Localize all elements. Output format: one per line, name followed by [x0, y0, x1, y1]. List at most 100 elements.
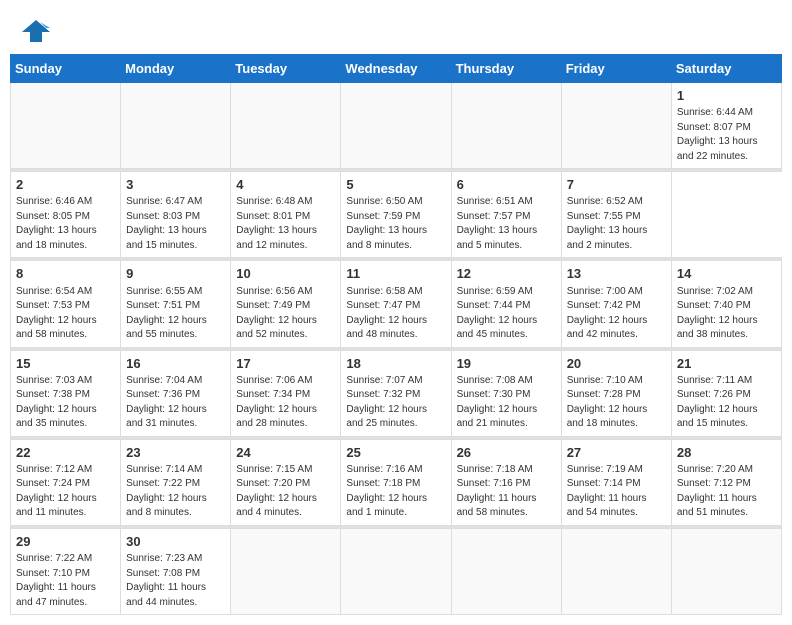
- day-number: 9: [126, 265, 225, 283]
- calendar-cell: 12 Sunrise: 6:59 AM Sunset: 7:44 PM Dayli…: [451, 261, 561, 347]
- day-number: 25: [346, 444, 445, 462]
- calendar-cell: [231, 528, 341, 614]
- day-number: 4: [236, 176, 335, 194]
- day-info: Sunrise: 6:48 AM Sunset: 8:01 PM Dayligh…: [236, 195, 335, 253]
- calendar-cell: 20Sunrise: 7:10 AM Sunset: 7:28 PM Dayli…: [561, 350, 671, 436]
- day-number: 10: [236, 265, 335, 283]
- calendar-cell: [561, 528, 671, 614]
- calendar-cell: 23Sunrise: 7:14 AM Sunset: 7:22 PM Dayli…: [121, 439, 231, 525]
- day-number: 12: [457, 265, 556, 283]
- day-info: Sunrise: 7:18 AM Sunset: 7:16 PM Dayligh…: [457, 463, 556, 521]
- day-number: 19: [457, 355, 556, 373]
- day-header-monday: Monday: [121, 55, 231, 83]
- calendar-cell: 2Sunrise: 6:46 AM Sunset: 8:05 PM Daylig…: [11, 172, 121, 258]
- day-number: 28: [677, 444, 776, 462]
- calendar-cell: 14 Sunrise: 7:02 AM Sunset: 7:40 PM Dayli…: [671, 261, 781, 347]
- calendar-cell: [561, 83, 671, 169]
- day-number: 15: [16, 355, 115, 373]
- day-info: Sunrise: 6:54 AM Sunset: 7:53 PM Dayligh…: [16, 285, 115, 343]
- day-info: Sunrise: 6:51 AM Sunset: 7:57 PM Dayligh…: [457, 195, 556, 253]
- day-number: 20: [567, 355, 666, 373]
- day-info: Sunrise: 7:12 AM Sunset: 7:24 PM Dayligh…: [16, 463, 115, 521]
- calendar-table: SundayMondayTuesdayWednesdayThursdayFrid…: [10, 54, 782, 615]
- calendar-cell: 17Sunrise: 7:06 AM Sunset: 7:34 PM Dayli…: [231, 350, 341, 436]
- calendar-cell: 11 Sunrise: 6:58 AM Sunset: 7:47 PM Dayli…: [341, 261, 451, 347]
- calendar-week-row: 15Sunrise: 7:03 AM Sunset: 7:38 PM Dayli…: [11, 350, 782, 436]
- calendar-cell: 8 Sunrise: 6:54 AM Sunset: 7:53 PM Daylig…: [11, 261, 121, 347]
- day-info: Sunrise: 6:55 AM Sunset: 7:51 PM Dayligh…: [126, 285, 225, 343]
- day-number: 11: [346, 265, 445, 283]
- day-info: Sunrise: 7:08 AM Sunset: 7:30 PM Dayligh…: [457, 374, 556, 432]
- calendar-week-row: 8 Sunrise: 6:54 AM Sunset: 7:53 PM Daylig…: [11, 261, 782, 347]
- day-info: Sunrise: 6:44 AM Sunset: 8:07 PM Dayligh…: [677, 106, 776, 164]
- day-number: 8: [16, 265, 115, 283]
- calendar-cell: 4Sunrise: 6:48 AM Sunset: 8:01 PM Daylig…: [231, 172, 341, 258]
- calendar-cell: 5Sunrise: 6:50 AM Sunset: 7:59 PM Daylig…: [341, 172, 451, 258]
- day-info: Sunrise: 7:15 AM Sunset: 7:20 PM Dayligh…: [236, 463, 335, 521]
- calendar-cell: [121, 83, 231, 169]
- day-number: 6: [457, 176, 556, 194]
- day-number: 17: [236, 355, 335, 373]
- day-number: 14: [677, 265, 776, 283]
- day-number: 29: [16, 533, 115, 551]
- logo: [20, 18, 56, 44]
- calendar-cell: 13 Sunrise: 7:00 AM Sunset: 7:42 PM Dayli…: [561, 261, 671, 347]
- day-info: Sunrise: 7:10 AM Sunset: 7:28 PM Dayligh…: [567, 374, 666, 432]
- day-info: Sunrise: 7:20 AM Sunset: 7:12 PM Dayligh…: [677, 463, 776, 521]
- calendar-cell: [671, 528, 781, 614]
- calendar-cell: 27Sunrise: 7:19 AM Sunset: 7:14 PM Dayli…: [561, 439, 671, 525]
- calendar-cell: [341, 83, 451, 169]
- day-number: 1: [677, 87, 776, 105]
- day-info: Sunrise: 7:00 AM Sunset: 7:42 PM Dayligh…: [567, 285, 666, 343]
- calendar-cell: 18Sunrise: 7:07 AM Sunset: 7:32 PM Dayli…: [341, 350, 451, 436]
- calendar-cell: 24Sunrise: 7:15 AM Sunset: 7:20 PM Dayli…: [231, 439, 341, 525]
- day-number: 24: [236, 444, 335, 462]
- day-header-thursday: Thursday: [451, 55, 561, 83]
- day-info: Sunrise: 7:14 AM Sunset: 7:22 PM Dayligh…: [126, 463, 225, 521]
- day-info: Sunrise: 7:03 AM Sunset: 7:38 PM Dayligh…: [16, 374, 115, 432]
- calendar-cell: 9 Sunrise: 6:55 AM Sunset: 7:51 PM Daylig…: [121, 261, 231, 347]
- calendar-cell: [451, 528, 561, 614]
- day-header-saturday: Saturday: [671, 55, 781, 83]
- calendar-cell: 28Sunrise: 7:20 AM Sunset: 7:12 PM Dayli…: [671, 439, 781, 525]
- day-info: Sunrise: 7:23 AM Sunset: 7:08 PM Dayligh…: [126, 552, 225, 610]
- day-number: 22: [16, 444, 115, 462]
- calendar-cell: [231, 83, 341, 169]
- calendar-week-row: 29Sunrise: 7:22 AM Sunset: 7:10 PM Dayli…: [11, 528, 782, 614]
- calendar-cell: [451, 83, 561, 169]
- day-info: Sunrise: 7:04 AM Sunset: 7:36 PM Dayligh…: [126, 374, 225, 432]
- day-header-friday: Friday: [561, 55, 671, 83]
- calendar-cell: 7Sunrise: 6:52 AM Sunset: 7:55 PM Daylig…: [561, 172, 671, 258]
- calendar-cell: 6Sunrise: 6:51 AM Sunset: 7:57 PM Daylig…: [451, 172, 561, 258]
- calendar-cell: 16Sunrise: 7:04 AM Sunset: 7:36 PM Dayli…: [121, 350, 231, 436]
- day-number: 5: [346, 176, 445, 194]
- day-number: 23: [126, 444, 225, 462]
- calendar-header-row: SundayMondayTuesdayWednesdayThursdayFrid…: [11, 55, 782, 83]
- day-info: Sunrise: 6:58 AM Sunset: 7:47 PM Dayligh…: [346, 285, 445, 343]
- calendar-cell: 29Sunrise: 7:22 AM Sunset: 7:10 PM Dayli…: [11, 528, 121, 614]
- day-number: 21: [677, 355, 776, 373]
- calendar-cell: [11, 83, 121, 169]
- calendar-cell: [341, 528, 451, 614]
- calendar-cell: 19Sunrise: 7:08 AM Sunset: 7:30 PM Dayli…: [451, 350, 561, 436]
- day-info: Sunrise: 7:19 AM Sunset: 7:14 PM Dayligh…: [567, 463, 666, 521]
- day-number: 30: [126, 533, 225, 551]
- day-info: Sunrise: 7:16 AM Sunset: 7:18 PM Dayligh…: [346, 463, 445, 521]
- page-header: [10, 10, 782, 48]
- calendar-week-row: 2Sunrise: 6:46 AM Sunset: 8:05 PM Daylig…: [11, 172, 782, 258]
- calendar-week-row: 1Sunrise: 6:44 AM Sunset: 8:07 PM Daylig…: [11, 83, 782, 169]
- day-info: Sunrise: 7:02 AM Sunset: 7:40 PM Dayligh…: [677, 285, 776, 343]
- calendar-cell: 15Sunrise: 7:03 AM Sunset: 7:38 PM Dayli…: [11, 350, 121, 436]
- day-info: Sunrise: 6:56 AM Sunset: 7:49 PM Dayligh…: [236, 285, 335, 343]
- day-number: 7: [567, 176, 666, 194]
- calendar-cell: 10 Sunrise: 6:56 AM Sunset: 7:49 PM Dayli…: [231, 261, 341, 347]
- day-number: 18: [346, 355, 445, 373]
- day-info: Sunrise: 7:22 AM Sunset: 7:10 PM Dayligh…: [16, 552, 115, 610]
- day-number: 13: [567, 265, 666, 283]
- day-number: 16: [126, 355, 225, 373]
- calendar-cell: 30Sunrise: 7:23 AM Sunset: 7:08 PM Dayli…: [121, 528, 231, 614]
- day-info: Sunrise: 7:11 AM Sunset: 7:26 PM Dayligh…: [677, 374, 776, 432]
- calendar-cell: 1Sunrise: 6:44 AM Sunset: 8:07 PM Daylig…: [671, 83, 781, 169]
- day-info: Sunrise: 6:59 AM Sunset: 7:44 PM Dayligh…: [457, 285, 556, 343]
- day-header-wednesday: Wednesday: [341, 55, 451, 83]
